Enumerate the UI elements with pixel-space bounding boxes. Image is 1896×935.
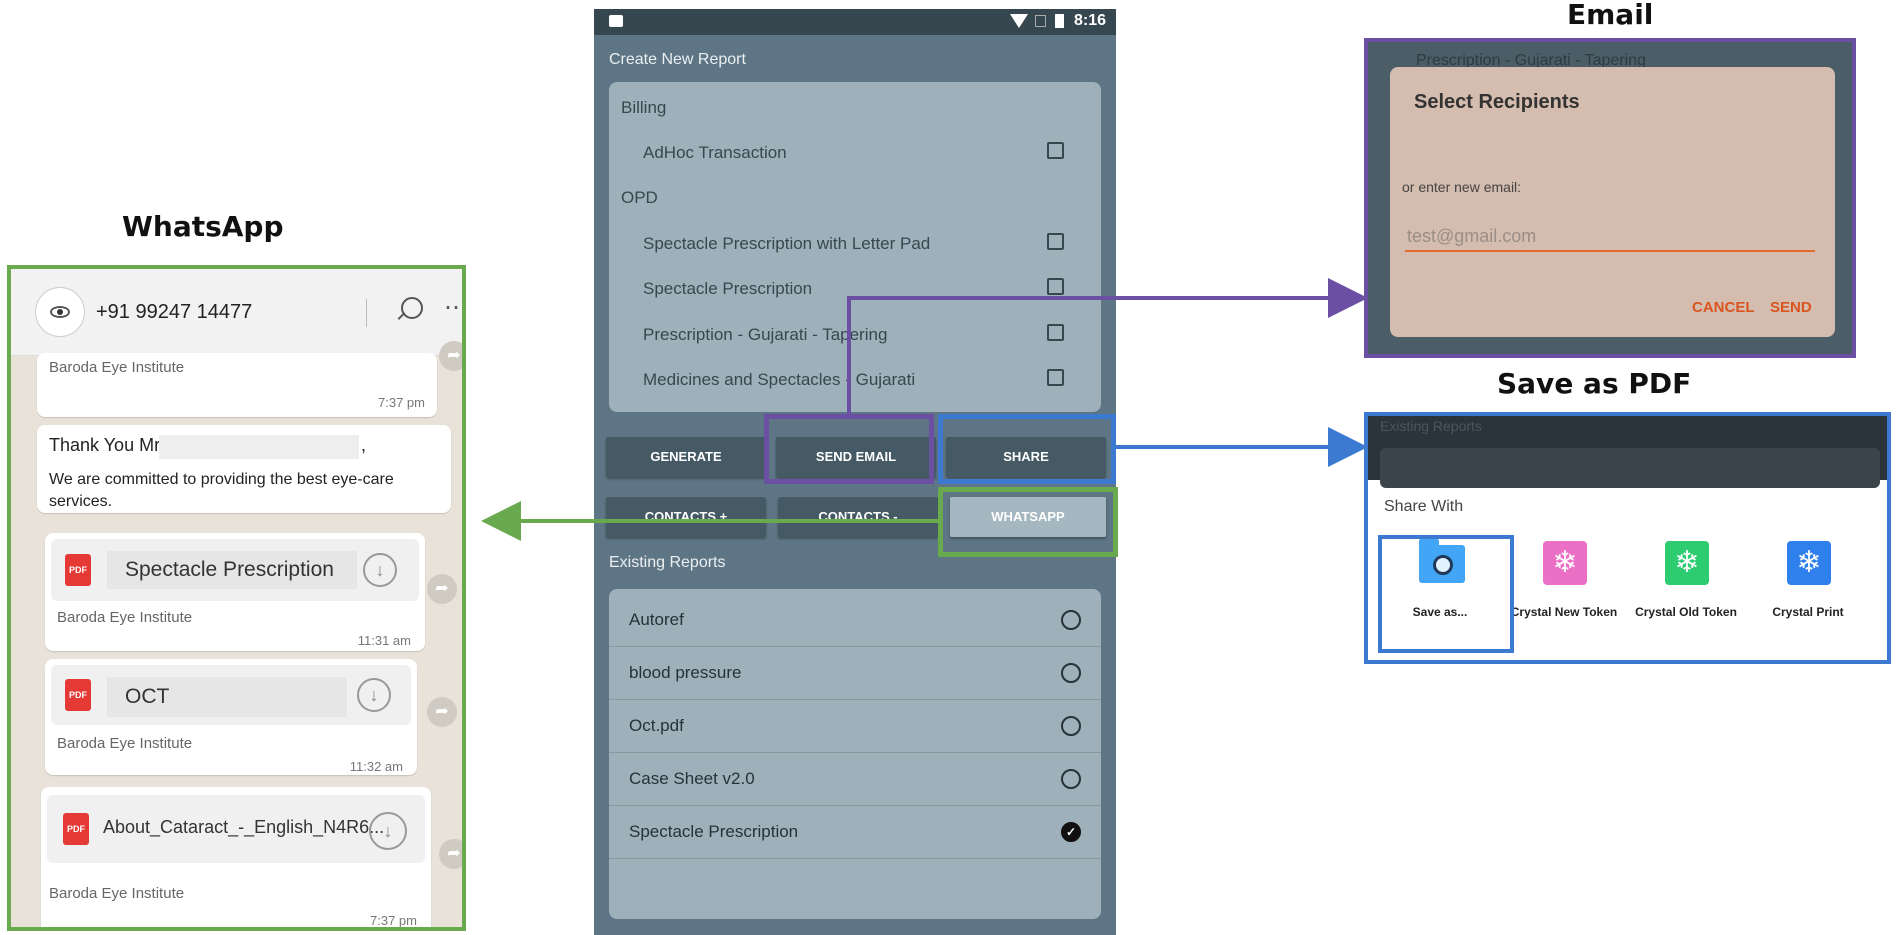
select-recipients-dialog: Select Recipients or enter new email: CA…	[1390, 67, 1835, 337]
background-existing-reports: Existing Reports	[1380, 418, 1482, 434]
share-with-title: Share With	[1384, 498, 1464, 515]
email-panel: Prescription - Gujarati - Tapering Selec…	[1364, 38, 1856, 358]
snowflake-icon: ❄	[1787, 541, 1831, 585]
app-crystal-old-token[interactable]: ❄ Crystal Old Token	[1626, 541, 1746, 641]
dialog-title: Select Recipients	[1414, 91, 1580, 113]
app-label: Crystal Old Token	[1635, 605, 1737, 619]
email-arrow	[847, 278, 1368, 414]
background-card	[1380, 448, 1880, 488]
email-input[interactable]	[1405, 222, 1815, 252]
save-as-highlight	[1378, 535, 1514, 653]
app-label: Crystal Print	[1772, 605, 1844, 619]
email-label: or enter new email:	[1402, 179, 1522, 195]
snowflake-icon: ❄	[1665, 541, 1709, 585]
app-crystal-new-token[interactable]: ❄ Crystal New Token	[1504, 541, 1624, 641]
background-dimmed: Existing Reports	[1368, 416, 1887, 488]
app-crystal-print[interactable]: ❄ Crystal Print	[1748, 541, 1868, 641]
send-button[interactable]: SEND	[1770, 299, 1812, 316]
cancel-button[interactable]: CANCEL	[1692, 299, 1755, 316]
app-label: Crystal New Token	[1510, 605, 1618, 619]
snowflake-icon: ❄	[1543, 541, 1587, 585]
